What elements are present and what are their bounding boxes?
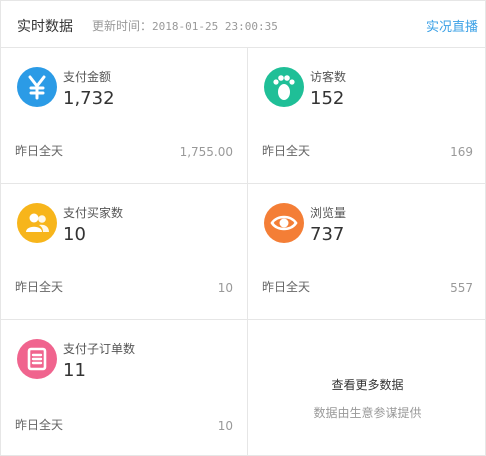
metric-value: 10 xyxy=(63,224,86,245)
update-time-value: 2018-01-25 23:00:35 xyxy=(152,20,278,33)
metric-page-views: 浏览量 737 昨日全天 557 xyxy=(248,184,486,320)
view-more-data-link[interactable]: 查看更多数据 xyxy=(248,376,486,393)
metric-label: 支付买家数 xyxy=(63,206,124,220)
yesterday-value: 10 xyxy=(217,281,233,295)
update-time-label: 更新时间： xyxy=(92,19,153,33)
yesterday-value: 169 xyxy=(450,145,473,159)
metric-value: 152 xyxy=(310,88,345,109)
live-broadcast-link[interactable]: 实况直播 xyxy=(426,16,478,35)
order-icon xyxy=(17,339,57,379)
metric-label: 支付子订单数 xyxy=(63,342,136,356)
yesterday-label: 昨日全天 xyxy=(262,144,311,158)
metric-label: 访客数 xyxy=(310,70,347,84)
metric-value: 737 xyxy=(310,224,345,245)
metric-paying-buyers: 支付买家数 10 昨日全天 10 xyxy=(1,184,248,320)
yesterday-label: 昨日全天 xyxy=(15,280,64,294)
panel-title: 实时数据 xyxy=(17,19,73,35)
metric-label: 支付金额 xyxy=(63,70,112,84)
metric-payment-amount: 支付金额 1,732 昨日全天 1,755.00 xyxy=(1,48,248,184)
yesterday-label: 昨日全天 xyxy=(15,144,64,158)
users-icon xyxy=(17,203,57,243)
metric-label: 浏览量 xyxy=(310,206,347,220)
yesterday-value: 557 xyxy=(450,281,473,295)
metric-value: 1,732 xyxy=(63,88,115,109)
yesterday-label: 昨日全天 xyxy=(15,418,64,432)
realtime-data-panel: 实时数据 更新时间：2018-01-25 23:00:35 实况直播 支付金额 … xyxy=(0,0,486,456)
metric-paid-suborders: 支付子订单数 11 昨日全天 10 xyxy=(1,320,248,456)
yesterday-label: 昨日全天 xyxy=(262,280,311,294)
eye-icon xyxy=(264,203,304,243)
panel-header: 实时数据 更新时间：2018-01-25 23:00:35 实况直播 xyxy=(1,1,486,48)
more-data-cell: 查看更多数据 数据由生意参谋提供 xyxy=(248,320,486,456)
yesterday-value: 10 xyxy=(217,419,233,433)
metric-visitors: 访客数 152 昨日全天 169 xyxy=(248,48,486,184)
yesterday-value: 1,755.00 xyxy=(179,145,233,159)
metric-value: 11 xyxy=(63,360,86,381)
data-provider-note: 数据由生意参谋提供 xyxy=(313,406,422,420)
footprint-icon xyxy=(264,67,304,107)
update-time: 更新时间：2018-01-25 23:00:35 xyxy=(92,17,278,34)
yen-icon xyxy=(17,67,57,107)
